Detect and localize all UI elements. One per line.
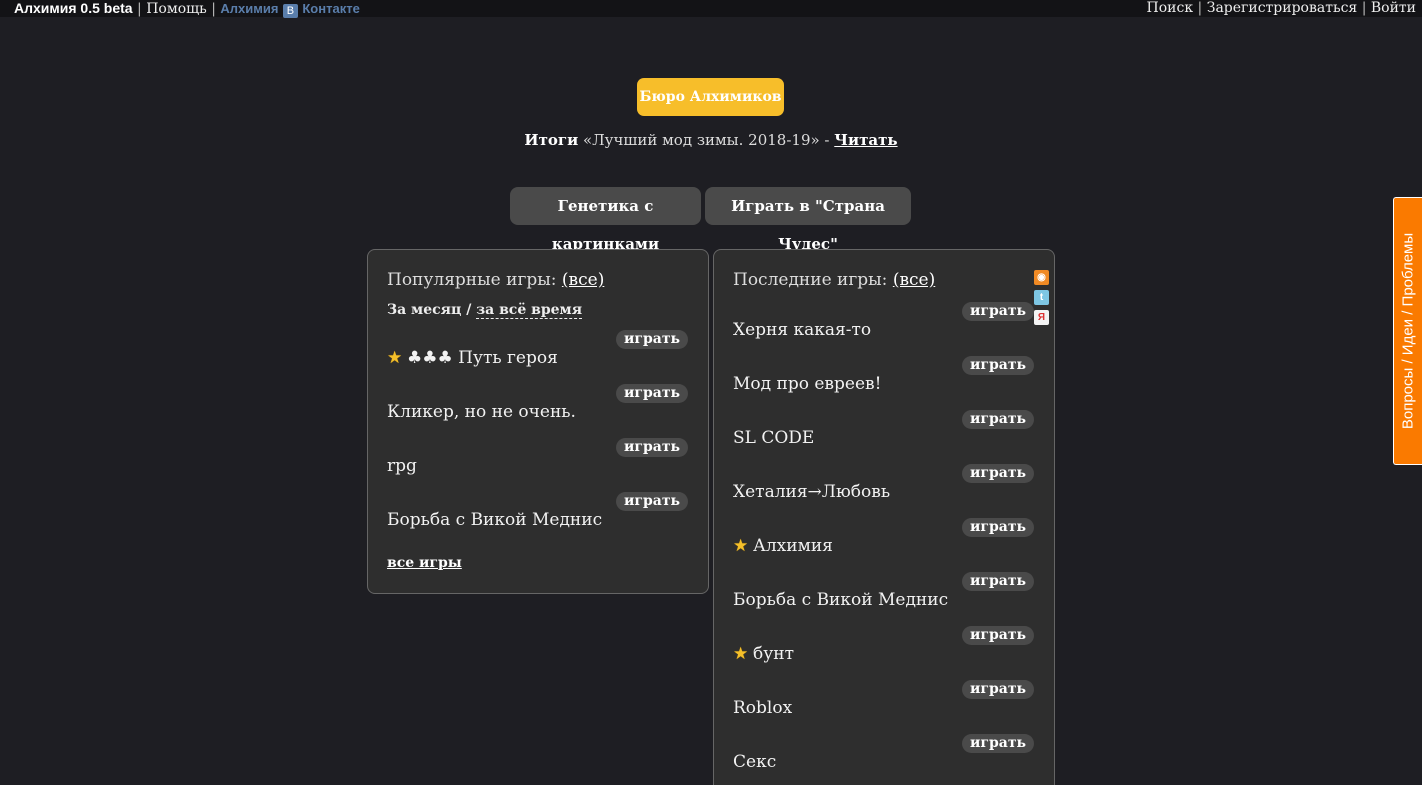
list-item[interactable]: Хеталия→Любовь	[733, 482, 890, 502]
alchemists-bureau-button[interactable]: Бюро Алхимиков	[637, 78, 784, 116]
game-name: SL CODE	[733, 428, 815, 448]
results-label: Итоги	[524, 131, 579, 149]
feedback-tab-label: Вопросы / Идеи / Проблемы	[1399, 232, 1417, 430]
latest-all-link[interactable]: (все)	[893, 270, 935, 290]
star-icon: ★	[387, 348, 403, 368]
top-bar-left: Алхимия 0.5 beta | Помощь | Алхимия В Ко…	[14, 0, 360, 18]
latest-play-button[interactable]: играть	[962, 680, 1034, 699]
game-name: Борьба с Викой Меднис	[387, 510, 603, 530]
list-item[interactable]: Roblox	[733, 698, 792, 718]
genetics-button[interactable]: Генетика с картинками	[510, 187, 701, 253]
latest-play-button[interactable]: играть	[962, 734, 1034, 753]
vk-logo-icon: В	[282, 4, 298, 18]
separator: |	[211, 1, 216, 17]
game-name: ♣♣♣ Путь героя	[407, 348, 558, 368]
period-selector: За месяц / за всё время	[387, 302, 583, 319]
latest-play-button[interactable]: играть	[962, 410, 1034, 429]
latest-games-panel: Последние игры: (все) играть Херня какая-…	[713, 249, 1055, 785]
contest-results: Итоги «Лучший мод зимы. 2018-19» - Читат…	[0, 131, 1422, 149]
list-item[interactable]: Борьба с Викой Меднис	[733, 590, 948, 610]
popular-play-button[interactable]: играть	[616, 330, 688, 349]
separator: |	[137, 1, 142, 17]
latest-play-button[interactable]: играть	[962, 302, 1034, 321]
latest-play-button[interactable]: играть	[962, 572, 1034, 591]
list-item[interactable]: Борьба с Викой Меднис	[387, 510, 602, 530]
top-bar-right: Поиск | Зарегистрироваться | Войти	[1147, 0, 1416, 17]
period-month[interactable]: За месяц	[387, 302, 461, 318]
latest-play-button[interactable]: играть	[962, 356, 1034, 375]
brand-title[interactable]: Алхимия 0.5 beta	[14, 0, 133, 16]
latest-games-title: Последние игры: (все)	[733, 270, 935, 290]
game-name: Кликер, но не очень.	[387, 402, 576, 422]
results-text: «Лучший мод зимы. 2018-19» -	[582, 131, 835, 149]
search-link[interactable]: Поиск	[1147, 0, 1194, 16]
list-item[interactable]: Мод про евреев!	[733, 374, 881, 394]
game-name: Хеталия→Любовь	[733, 482, 891, 502]
separator: |	[1361, 0, 1367, 16]
vk-link-prefix: Алхимия	[220, 1, 279, 16]
list-item[interactable]: SL CODE	[733, 428, 814, 448]
yandex-icon[interactable]: Я	[1034, 310, 1049, 325]
vk-link[interactable]: Алхимия В Контакте	[220, 1, 360, 18]
star-icon: ★	[733, 644, 749, 664]
game-name: Херня какая-то	[733, 320, 872, 340]
play-wonderland-button[interactable]: Играть в "Страна Чудес"	[705, 187, 911, 253]
all-games-link[interactable]: все игры	[387, 555, 462, 571]
twitter-icon[interactable]: t	[1034, 290, 1049, 305]
popular-games-title: Популярные игры: (все)	[387, 270, 604, 290]
popular-play-button[interactable]: играть	[616, 438, 688, 457]
top-bar: Алхимия 0.5 beta | Помощь | Алхимия В Ко…	[0, 0, 1422, 18]
game-name: Roblox	[733, 698, 793, 718]
vk-link-suffix: Контакте	[302, 1, 360, 16]
popular-play-button[interactable]: играть	[616, 492, 688, 511]
separator: |	[1197, 0, 1203, 16]
register-link[interactable]: Зарегистрироваться	[1207, 0, 1358, 16]
star-icon: ★	[733, 536, 749, 556]
list-item[interactable]: ★ бунт	[733, 644, 794, 664]
read-link[interactable]: Читать	[834, 131, 897, 149]
latest-play-button[interactable]: играть	[962, 626, 1034, 645]
feedback-tab[interactable]: Вопросы / Идеи / Проблемы	[1393, 197, 1422, 465]
game-name: rpg	[387, 456, 417, 476]
game-name: Алхимия	[753, 536, 833, 556]
game-name: бунт	[753, 644, 794, 664]
game-name: Секс	[733, 752, 777, 772]
login-link[interactable]: Войти	[1371, 0, 1416, 16]
list-item[interactable]: ★ Алхимия	[733, 536, 833, 556]
latest-title-text: Последние игры:	[733, 270, 893, 290]
game-name: Борьба с Викой Меднис	[733, 590, 949, 610]
game-name: Мод про евреев!	[733, 374, 882, 394]
popular-title-text: Популярные игры:	[387, 270, 562, 290]
period-all-time[interactable]: за всё время	[476, 302, 583, 319]
popular-play-button[interactable]: играть	[616, 384, 688, 403]
rss-icon[interactable]: ◉	[1034, 270, 1049, 285]
list-item[interactable]: ★ ♣♣♣ Путь героя	[387, 348, 558, 368]
popular-games-panel: Популярные игры: (все) За месяц / за всё…	[367, 249, 709, 594]
list-item[interactable]: Секс	[733, 752, 776, 772]
popular-all-link[interactable]: (все)	[562, 270, 604, 290]
period-separator: /	[461, 302, 477, 318]
latest-play-button[interactable]: играть	[962, 518, 1034, 537]
latest-play-button[interactable]: играть	[962, 464, 1034, 483]
list-item[interactable]: Херня какая-то	[733, 320, 871, 340]
list-item[interactable]: rpg	[387, 456, 417, 476]
list-item[interactable]: Кликер, но не очень.	[387, 402, 576, 422]
help-link[interactable]: Помощь	[146, 1, 207, 17]
